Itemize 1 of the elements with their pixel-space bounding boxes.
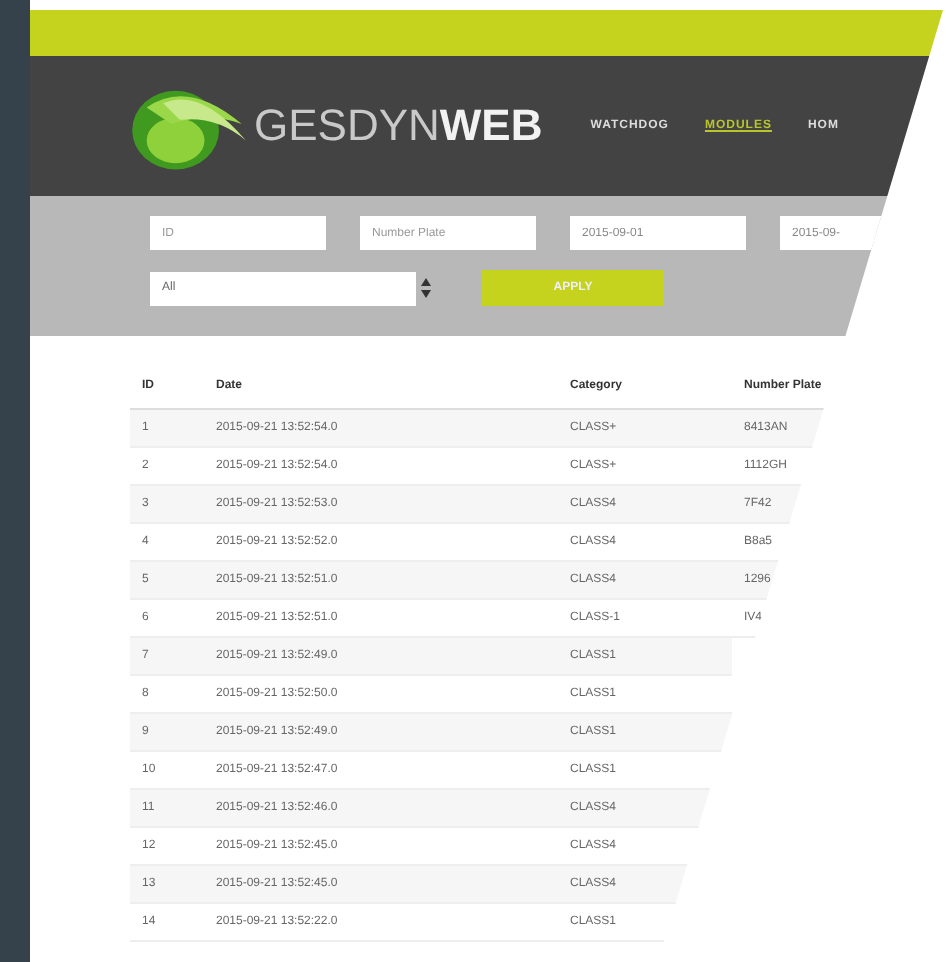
logo-text: GESDYNWEB [254,100,543,152]
